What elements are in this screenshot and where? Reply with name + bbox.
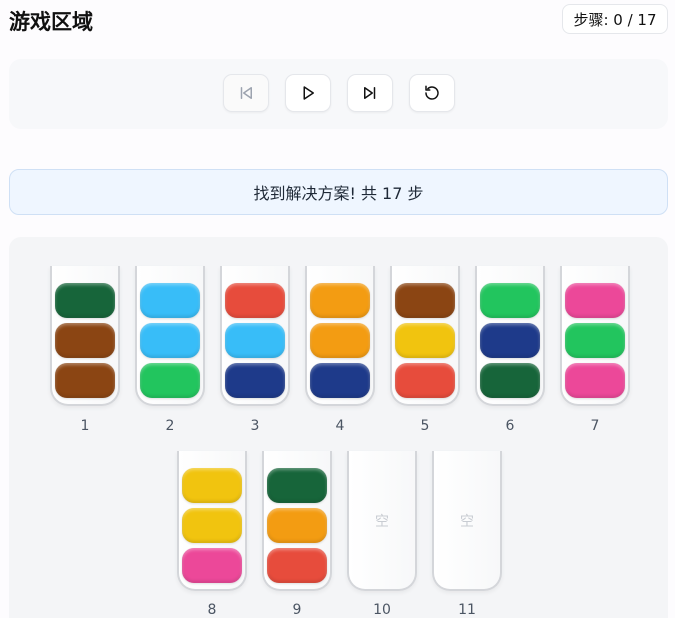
- ball: [225, 283, 285, 318]
- ball: [267, 548, 327, 583]
- tube-label: 10: [373, 602, 391, 618]
- ball: [565, 363, 625, 398]
- ball: [140, 323, 200, 358]
- tube-8[interactable]: [177, 451, 247, 591]
- ball: [310, 283, 370, 318]
- ball: [310, 363, 370, 398]
- ball: [565, 283, 625, 318]
- tube-label: 4: [335, 418, 345, 434]
- reset-icon: [425, 85, 439, 100]
- ball: [55, 283, 115, 318]
- reset-button[interactable]: [409, 74, 455, 112]
- ball: [310, 323, 370, 358]
- skip-forward-icon: [364, 87, 376, 99]
- tube-9[interactable]: [262, 451, 332, 591]
- ball: [55, 323, 115, 358]
- tube-label: 2: [165, 418, 175, 434]
- ball: [267, 508, 327, 543]
- tube-11[interactable]: 空: [432, 451, 502, 591]
- game-board: 1 2 3 4 5 6 7 空 空 8 9 10 11: [9, 237, 668, 618]
- playback-controls: [9, 59, 668, 129]
- ball: [267, 468, 327, 503]
- page-title: 游戏区域: [9, 10, 93, 34]
- empty-tube-label: 空: [460, 514, 474, 530]
- ball: [480, 323, 540, 358]
- ball: [395, 363, 455, 398]
- ball: [55, 363, 115, 398]
- empty-tube-label: 空: [375, 514, 389, 530]
- step-counter: 步骤: 0 / 17: [562, 4, 668, 34]
- ball: [182, 548, 242, 583]
- play-button[interactable]: [285, 74, 331, 112]
- ball: [395, 323, 455, 358]
- tube-4[interactable]: [305, 266, 375, 406]
- tube-label: 5: [420, 418, 430, 434]
- ball: [480, 363, 540, 398]
- ball: [480, 283, 540, 318]
- first-step-button[interactable]: [223, 74, 269, 112]
- tube-label: 8: [207, 602, 217, 618]
- ball: [140, 283, 200, 318]
- tube-label: 6: [505, 418, 515, 434]
- play-icon: [303, 86, 314, 100]
- ball: [140, 363, 200, 398]
- tube-5[interactable]: [390, 266, 460, 406]
- ball: [225, 363, 285, 398]
- ball: [395, 283, 455, 318]
- tube-10[interactable]: 空: [347, 451, 417, 591]
- tube-label: 1: [80, 418, 90, 434]
- tube-label: 3: [250, 418, 260, 434]
- tube-label: 9: [292, 602, 302, 618]
- ball: [565, 323, 625, 358]
- tube-7[interactable]: [560, 266, 630, 406]
- skip-back-icon: [240, 87, 252, 99]
- solution-banner: 找到解决方案! 共 17 步: [9, 169, 668, 215]
- ball: [182, 508, 242, 543]
- tube-1[interactable]: [50, 266, 120, 406]
- tube-2[interactable]: [135, 266, 205, 406]
- next-step-button[interactable]: [347, 74, 393, 112]
- tube-label: 7: [590, 418, 600, 434]
- tube-3[interactable]: [220, 266, 290, 406]
- ball: [182, 468, 242, 503]
- tube-6[interactable]: [475, 266, 545, 406]
- ball: [225, 323, 285, 358]
- tube-label: 11: [458, 602, 476, 618]
